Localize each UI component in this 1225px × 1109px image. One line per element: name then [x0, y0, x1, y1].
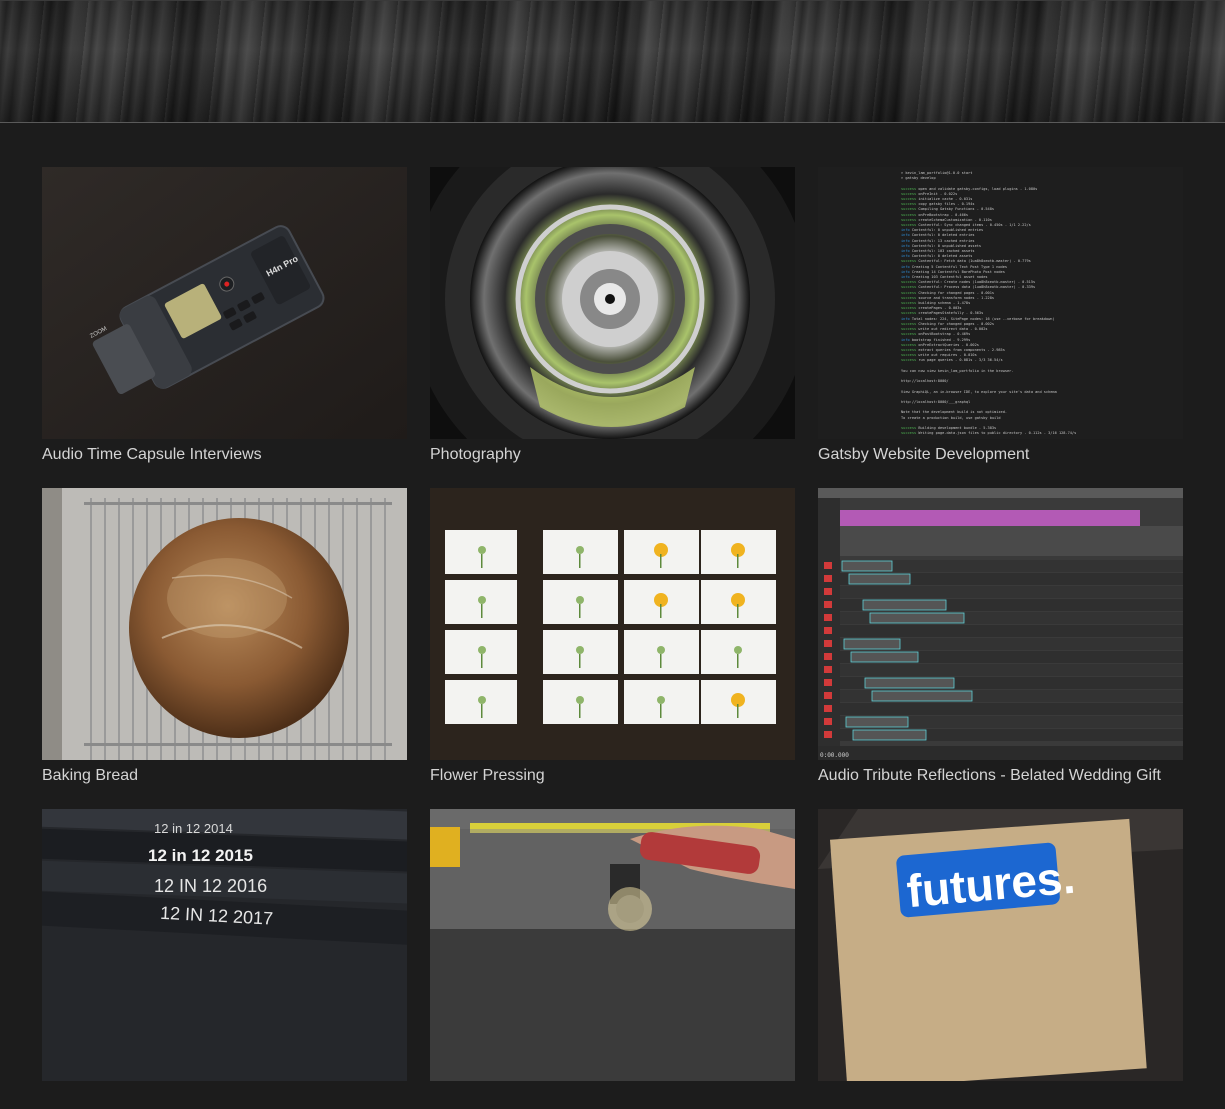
flower-stem	[481, 604, 483, 618]
daw-track	[840, 664, 1183, 676]
dvd-label-2015: 12 in 12 2015	[148, 846, 253, 865]
camera-lens-photo[interactable]	[430, 167, 795, 439]
daw-record-button	[824, 718, 832, 725]
pressed-flowers-photo[interactable]	[430, 488, 795, 760]
flower-stem	[579, 554, 581, 568]
project-title[interactable]: Audio Tribute Reflections - Belated Wedd…	[818, 766, 1198, 786]
terminal-line: success Writing page-data.json files to …	[901, 431, 1077, 436]
terminal-screenshot[interactable]: > kevin_lam_portfolio@1.0.0 start > gatsb…	[818, 167, 1183, 439]
daw-record-button	[824, 614, 832, 621]
flower-stem	[481, 654, 483, 668]
dvd-label-2014: 12 in 12 2014	[154, 821, 233, 836]
flower-stem	[737, 704, 739, 718]
project-card[interactable]: Baking Bread	[42, 488, 407, 788]
daw-clip	[864, 677, 955, 689]
daw-clip	[841, 560, 893, 572]
dvd-label-2016: 12 IN 12 2016	[154, 876, 267, 896]
project-card[interactable]: Photography	[430, 167, 795, 467]
daw-clip	[850, 651, 919, 663]
flower-stem	[660, 704, 662, 718]
audio-recorder-photo[interactable]: H4n Pro ZOOM	[42, 167, 407, 439]
daw-clip	[845, 716, 909, 728]
flower-specimen	[734, 646, 742, 654]
project-card[interactable]: > kevin_lam_portfolio@1.0.0 start > gatsb…	[818, 167, 1183, 467]
project-title[interactable]: Photography	[430, 445, 810, 465]
flower-specimen	[478, 596, 486, 604]
flower-stem	[660, 654, 662, 668]
daw-clip	[862, 599, 947, 611]
flower-specimen	[478, 696, 486, 704]
flower-specimen	[576, 696, 584, 704]
daw-record-button	[824, 653, 832, 660]
daw-clip	[852, 729, 927, 741]
flower-stem	[737, 554, 739, 568]
flower-stem	[660, 604, 662, 618]
daw-record-button	[824, 601, 832, 608]
project-title[interactable]: Gatsby Website Development	[818, 445, 1198, 465]
daw-clip	[848, 573, 911, 585]
project-title[interactable]: Baking Bread	[42, 766, 422, 786]
header-banner	[0, 0, 1225, 123]
daw-track	[840, 625, 1183, 637]
flower-specimen	[478, 646, 486, 654]
dvd-cases-photo[interactable]: 12 in 12 2014 12 in 12 2015 12 IN 12 201…	[42, 809, 407, 1081]
daw-record-button	[824, 640, 832, 647]
daw-record-button	[824, 679, 832, 686]
project-card[interactable]	[430, 809, 795, 1109]
project-card[interactable]: futures.	[818, 809, 1183, 1109]
daw-record-button	[824, 666, 832, 673]
daw-record-button	[824, 562, 832, 569]
daw-clip	[843, 638, 901, 650]
daw-track	[840, 586, 1183, 598]
bread-loaf-photo[interactable]	[42, 488, 407, 760]
daw-clip	[871, 690, 973, 702]
flower-stem	[579, 654, 581, 668]
flower-specimen	[657, 696, 665, 704]
daw-record-button	[824, 588, 832, 595]
flower-stem	[579, 704, 581, 718]
daw-record-button	[824, 692, 832, 699]
flower-specimen	[478, 546, 486, 554]
project-card[interactable]: 0:00.000 Audio Tribute Reflections - Bel…	[818, 488, 1183, 788]
flower-stem	[579, 604, 581, 618]
project-card[interactable]: Flower Pressing	[430, 488, 795, 788]
flower-stem	[737, 604, 739, 618]
flower-stem	[737, 654, 739, 668]
project-title[interactable]: Flower Pressing	[430, 766, 810, 786]
daw-timecode: 0:00.000	[820, 752, 849, 759]
daw-record-button	[824, 627, 832, 634]
flower-specimen	[657, 646, 665, 654]
daw-clip	[869, 612, 965, 624]
flower-specimen	[576, 596, 584, 604]
flower-stem	[660, 554, 662, 568]
daw-record-button	[824, 731, 832, 738]
project-card[interactable]: H4n Pro ZOOM Audio Time Capsule Intervie…	[42, 167, 407, 467]
project-title[interactable]: Audio Time Capsule Interviews	[42, 445, 422, 465]
audio-editor-screenshot[interactable]: 0:00.000	[818, 488, 1183, 760]
daw-record-button	[824, 575, 832, 582]
daw-track	[840, 703, 1183, 715]
flower-stem	[481, 704, 483, 718]
futures-sign-photo[interactable]: futures.	[818, 809, 1183, 1081]
flower-specimen	[576, 546, 584, 554]
project-card[interactable]: 12 in 12 2014 12 in 12 2015 12 IN 12 201…	[42, 809, 407, 1109]
flower-stem	[481, 554, 483, 568]
flower-specimen	[576, 646, 584, 654]
daw-record-button	[824, 705, 832, 712]
power-tool-photo[interactable]	[430, 809, 795, 1081]
